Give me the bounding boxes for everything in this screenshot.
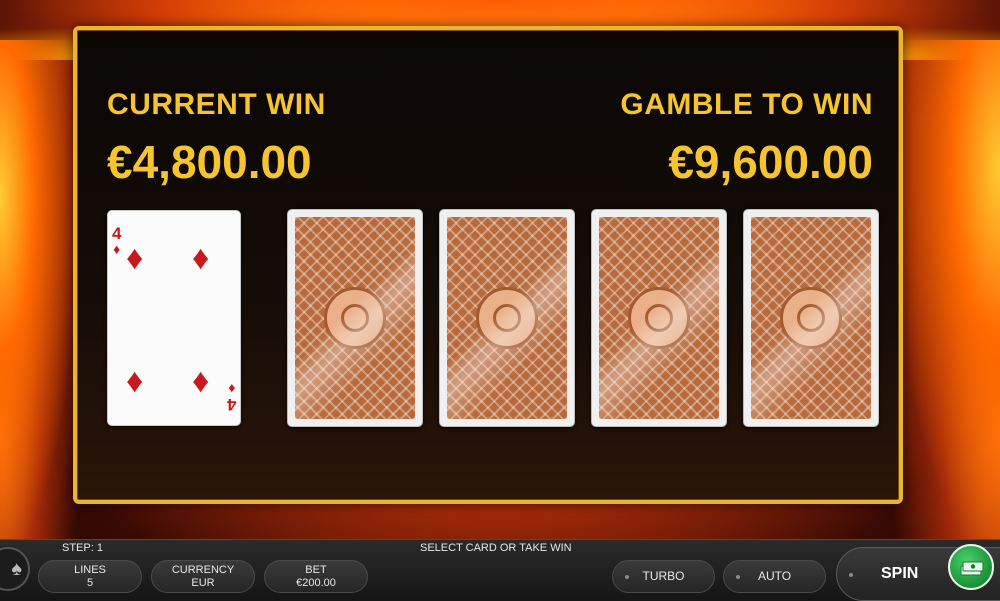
dealer-card-rank: 4	[112, 224, 122, 243]
auto-toggle[interactable]: AUTO	[723, 560, 826, 593]
spin-indicator-dot	[849, 573, 853, 577]
flames-right-decoration	[890, 40, 1000, 560]
card-back-4[interactable]	[743, 209, 879, 427]
gamble-panel: CURRENT WIN €4,800.00 GAMBLE TO WIN €9,6…	[73, 26, 903, 504]
dealer-card-corner-top: 4 ♦	[112, 225, 121, 256]
gamble-to-win-label: GAMBLE TO WIN	[620, 88, 873, 121]
card-back-emblem-icon	[476, 287, 538, 349]
card-back-1[interactable]	[287, 209, 423, 427]
card-back-emblem-icon	[628, 287, 690, 349]
current-win-label: CURRENT WIN	[107, 88, 326, 121]
step-indicator: STEP: 1	[62, 542, 103, 554]
flames-left-decoration	[0, 40, 80, 560]
diamond-suit-icon: ♦	[113, 241, 121, 257]
dealer-card: 4 ♦ ♦ ♦ ♦ ♦ 4 ♦	[107, 210, 241, 426]
card-back-pattern	[447, 217, 567, 419]
card-back-3[interactable]	[591, 209, 727, 427]
card-back-pattern	[599, 217, 719, 419]
dealer-card-rank: 4	[226, 395, 236, 414]
bottom-control-bar: ♠ STEP: 1 SELECT CARD OR TAKE WIN LINES …	[0, 539, 1000, 601]
auto-indicator-dot	[736, 575, 740, 579]
cards-deck-icon[interactable]: ♠	[0, 547, 30, 591]
bet-selector[interactable]: BET €200.00	[264, 560, 368, 593]
dealer-card-corner-bottom: 4 ♦	[226, 381, 236, 414]
diamond-suit-icon: ♦	[192, 239, 210, 277]
spin-label: SPIN	[881, 565, 919, 582]
lines-display: LINES 5	[38, 560, 142, 593]
diamond-suit-icon: ♦	[227, 381, 235, 397]
bet-label: BET	[305, 564, 327, 576]
cash-collect-icon[interactable]	[948, 544, 994, 590]
currency-value: EUR	[191, 577, 215, 589]
card-back-2[interactable]	[439, 209, 575, 427]
diamond-suit-icon: ♦	[192, 362, 210, 400]
turbo-label: TURBO	[642, 569, 685, 583]
lines-label: LINES	[74, 564, 106, 576]
diamond-suit-icon: ♦	[126, 239, 144, 277]
bet-value: €200.00	[296, 577, 336, 589]
gamble-to-win-amount: €9,600.00	[668, 136, 873, 188]
current-win-amount: €4,800.00	[107, 136, 312, 188]
status-message: SELECT CARD OR TAKE WIN	[420, 542, 572, 554]
card-back-emblem-icon	[324, 287, 386, 349]
turbo-toggle[interactable]: TURBO	[612, 560, 715, 593]
lines-value: 5	[86, 577, 94, 589]
card-back-emblem-icon	[780, 287, 842, 349]
turbo-indicator-dot	[625, 575, 629, 579]
card-back-pattern	[295, 217, 415, 419]
currency-display: CURRENCY EUR	[151, 560, 255, 593]
auto-label: AUTO	[757, 569, 792, 583]
diamond-suit-icon: ♦	[126, 362, 144, 400]
card-back-pattern	[751, 217, 871, 419]
currency-label: CURRENCY	[171, 564, 235, 576]
cash-stack-icon	[960, 561, 984, 576]
